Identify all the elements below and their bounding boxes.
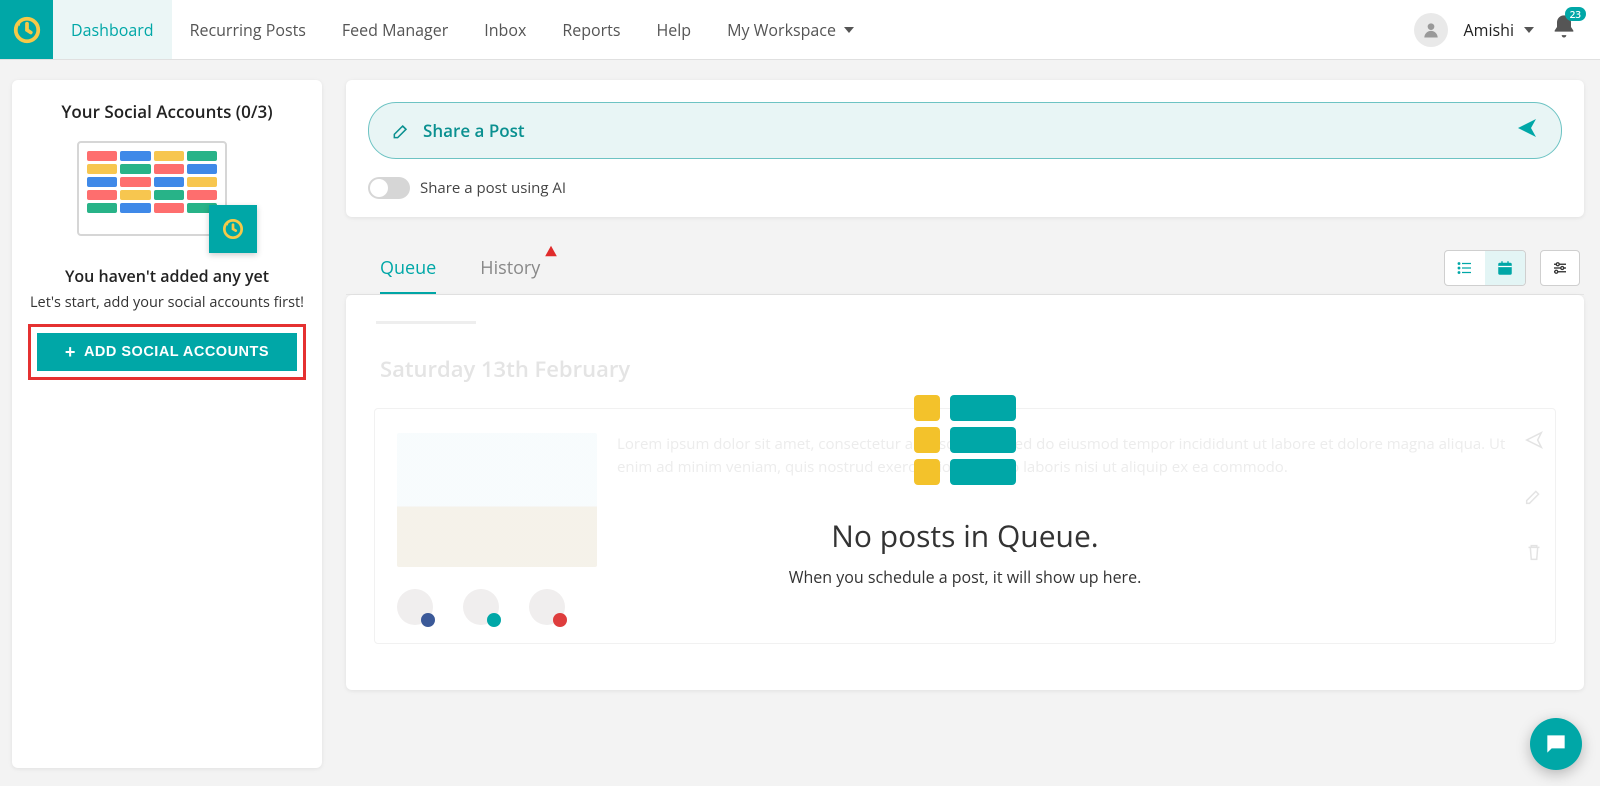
accounts-illustration	[77, 133, 257, 253]
user-avatar[interactable]	[1414, 13, 1448, 47]
share-icon	[1523, 429, 1545, 451]
nav-feed-manager[interactable]: Feed Manager	[324, 0, 466, 59]
main-nav: Dashboard Recurring Posts Feed Manager I…	[53, 0, 872, 59]
compose-icon	[391, 121, 411, 141]
tab-history[interactable]: History	[480, 242, 540, 294]
ghost-post: Lorem ipsum dolor sit amet, consectetur …	[374, 408, 1556, 644]
ghost-avatar	[397, 589, 433, 625]
svg-text:M: M	[1503, 268, 1507, 274]
ghost-actions	[1523, 429, 1545, 563]
accounts-subtitle: You haven't added any yet	[26, 265, 308, 287]
nav-reports[interactable]: Reports	[544, 0, 638, 59]
accounts-desc: Let's start, add your social accounts fi…	[26, 293, 308, 312]
nav-inbox[interactable]: Inbox	[466, 0, 544, 59]
ghost-divider	[376, 321, 476, 324]
ai-toggle-label: Share a post using AI	[420, 178, 566, 198]
notification-count: 23	[1565, 7, 1586, 21]
ghost-avatar	[463, 589, 499, 625]
page-body: Your Social Accounts (0/3) You haven't a…	[0, 60, 1600, 768]
tab-history-label: History	[480, 256, 540, 280]
topbar: Dashboard Recurring Posts Feed Manager I…	[0, 0, 1600, 60]
user-menu[interactable]: Amishi	[1464, 19, 1534, 41]
chat-fab[interactable]	[1530, 718, 1582, 770]
send-icon[interactable]	[1515, 116, 1539, 145]
delete-icon	[1523, 541, 1545, 563]
nav-recurring[interactable]: Recurring Posts	[172, 0, 324, 59]
edit-icon	[1523, 485, 1545, 507]
ghost-avatars	[397, 567, 1533, 625]
notifications-bell[interactable]: 23	[1550, 13, 1578, 46]
view-toggles: M	[1444, 250, 1580, 286]
ghost-image	[397, 433, 597, 567]
main-column: Share a Post Share a post using AI Queue…	[346, 80, 1584, 768]
caret-down-icon	[844, 27, 854, 33]
ghost-avatar	[529, 589, 565, 625]
topbar-right: Amishi 23	[1414, 0, 1600, 59]
highlight-frame: + ADD SOCIAL ACCOUNTS	[28, 324, 306, 380]
share-ai-row: Share a post using AI	[368, 177, 1562, 199]
tabs-row: Queue History M	[346, 241, 1584, 295]
social-accounts-card: Your Social Accounts (0/3) You haven't a…	[12, 80, 322, 768]
view-toggle-group: M	[1444, 250, 1526, 286]
calendar-view-button[interactable]: M	[1485, 251, 1525, 285]
add-button-label: ADD SOCIAL ACCOUNTS	[84, 344, 269, 360]
nav-workspace-label: My Workspace	[727, 19, 836, 41]
accounts-title: Your Social Accounts (0/3)	[26, 100, 308, 123]
caret-down-icon	[1524, 27, 1534, 33]
warning-icon	[544, 240, 558, 254]
nav-dashboard[interactable]: Dashboard	[53, 0, 172, 59]
nav-workspace[interactable]: My Workspace	[709, 0, 872, 59]
share-card: Share a Post Share a post using AI	[346, 80, 1584, 217]
share-post-label: Share a Post	[423, 119, 525, 142]
ghost-date: Saturday 13th February	[380, 354, 1566, 384]
user-name-label: Amishi	[1464, 19, 1514, 41]
list-view-button[interactable]	[1445, 251, 1485, 285]
ai-toggle[interactable]	[368, 177, 410, 199]
filter-button[interactable]	[1540, 250, 1580, 286]
queue-card: Saturday 13th February Lorem ipsum dolor…	[346, 295, 1584, 690]
tab-queue[interactable]: Queue	[380, 242, 436, 294]
add-social-accounts-button[interactable]: + ADD SOCIAL ACCOUNTS	[37, 333, 297, 371]
nav-help[interactable]: Help	[638, 0, 709, 59]
share-post-input[interactable]: Share a Post	[368, 102, 1562, 159]
app-logo[interactable]	[0, 0, 53, 59]
